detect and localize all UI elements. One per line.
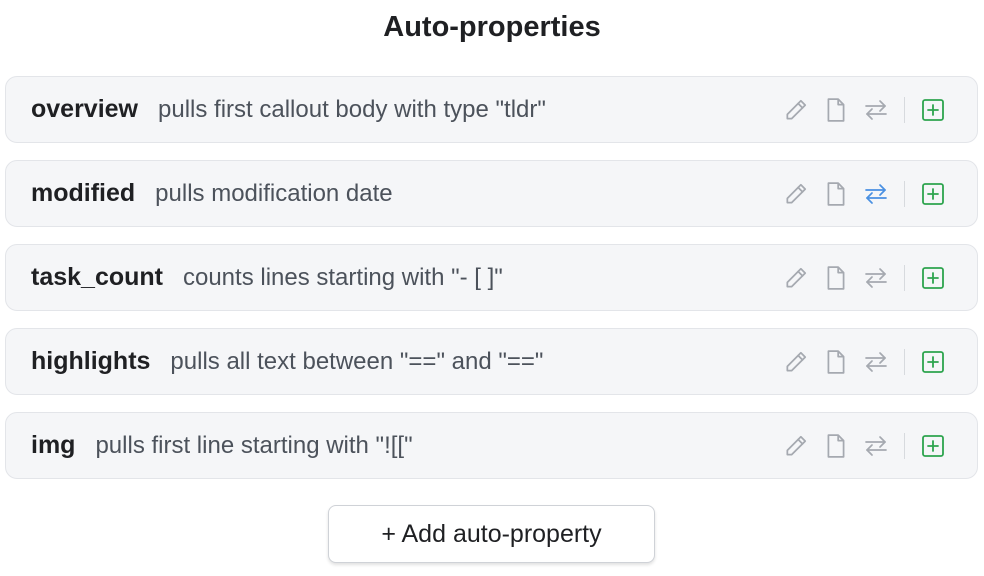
auto-property-row: img pulls first line starting with "![["	[5, 412, 978, 479]
swap-arrows-icon[interactable]	[862, 264, 890, 292]
file-icon[interactable]	[822, 264, 850, 292]
property-description: pulls modification date	[155, 179, 393, 207]
property-name: modified	[31, 179, 136, 207]
property-description: pulls all text between "==" and "=="	[170, 347, 544, 375]
divider	[904, 348, 905, 375]
pencil-icon[interactable]	[782, 348, 810, 376]
swap-arrows-icon[interactable]	[862, 96, 890, 124]
swap-arrows-icon[interactable]	[862, 180, 890, 208]
property-name: task_count	[31, 263, 163, 291]
row-actions	[770, 161, 947, 226]
auto-property-row: highlights pulls all text between "==" a…	[5, 328, 978, 395]
page-title: Auto-properties	[383, 11, 601, 43]
plus-square-icon[interactable]	[919, 180, 947, 208]
plus-square-icon[interactable]	[919, 264, 947, 292]
pencil-icon[interactable]	[782, 264, 810, 292]
plus-square-icon[interactable]	[919, 348, 947, 376]
swap-arrows-icon[interactable]	[862, 348, 890, 376]
pencil-icon[interactable]	[782, 432, 810, 460]
divider	[904, 264, 905, 291]
plus-square-icon[interactable]	[919, 432, 947, 460]
divider	[904, 180, 905, 207]
plus-square-icon[interactable]	[919, 96, 947, 124]
auto-property-row: overview pulls first callout body with t…	[5, 76, 978, 143]
auto-property-row: task_count counts lines starting with "-…	[5, 244, 978, 311]
row-actions	[770, 245, 947, 310]
row-actions	[770, 329, 947, 394]
property-name: img	[31, 431, 76, 459]
add-auto-property-button[interactable]: + Add auto-property	[328, 505, 655, 563]
auto-property-list: overview pulls first callout body with t…	[5, 76, 978, 496]
auto-property-row: modified pulls modification date	[5, 160, 978, 227]
divider	[904, 432, 905, 459]
file-icon[interactable]	[822, 180, 850, 208]
pencil-icon[interactable]	[782, 96, 810, 124]
property-description: counts lines starting with "- [ ]"	[182, 263, 503, 291]
swap-arrows-icon[interactable]	[862, 432, 890, 460]
row-actions	[770, 77, 947, 142]
pencil-icon[interactable]	[782, 180, 810, 208]
file-icon[interactable]	[822, 432, 850, 460]
property-description: pulls first callout body with type "tldr…	[158, 95, 546, 123]
file-icon[interactable]	[822, 348, 850, 376]
property-name: overview	[31, 95, 139, 123]
property-description: pulls first line starting with "![["	[95, 431, 413, 459]
property-name: highlights	[31, 347, 151, 375]
auto-properties-panel: Auto-properties overview pulls first cal…	[0, 0, 984, 576]
row-actions	[770, 413, 947, 478]
divider	[904, 96, 905, 123]
file-icon[interactable]	[822, 96, 850, 124]
